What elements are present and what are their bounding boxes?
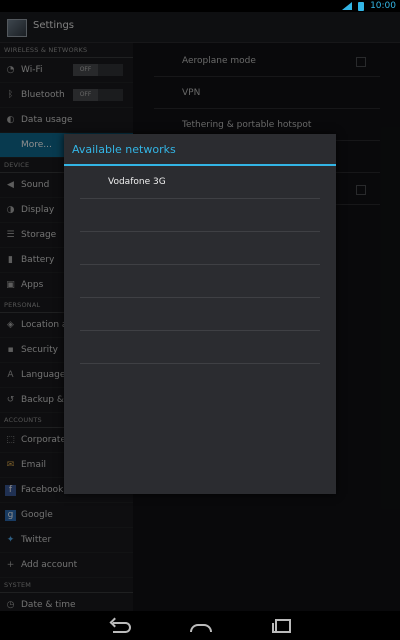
network-item[interactable] xyxy=(80,331,320,364)
available-networks-dialog: Available networks Vodafone 3G xyxy=(64,134,336,494)
network-item[interactable] xyxy=(80,298,320,331)
clock: 10:00 xyxy=(370,1,396,11)
status-bar: 10:00 xyxy=(0,0,400,12)
network-item[interactable] xyxy=(80,199,320,232)
network-item[interactable] xyxy=(80,232,320,265)
recent-apps-icon[interactable] xyxy=(271,618,293,633)
network-item[interactable] xyxy=(80,364,320,396)
navigation-bar xyxy=(0,611,400,640)
back-icon[interactable] xyxy=(110,618,132,633)
network-item[interactable]: Vodafone 3G xyxy=(80,166,320,199)
home-icon[interactable] xyxy=(188,618,212,632)
battery-icon xyxy=(358,1,365,11)
signal-icon xyxy=(342,2,353,10)
network-item[interactable] xyxy=(80,265,320,298)
dialog-title: Available networks xyxy=(64,134,336,166)
